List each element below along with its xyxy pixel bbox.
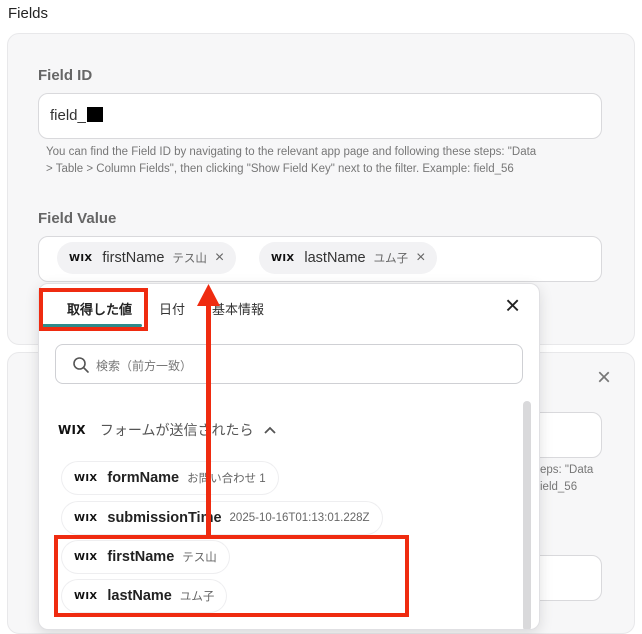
remove-token-icon[interactable]: ×	[215, 249, 224, 267]
list-item-submissiontime[interactable]: WIX submissionTime 2025-10-16T01:13:01.2…	[62, 502, 382, 534]
close-card-icon[interactable]: ×	[597, 366, 611, 390]
item-name: submissionTime	[107, 510, 222, 526]
field-id-value: field_	[50, 107, 86, 124]
item-value: お問い合わせ 1	[187, 473, 266, 485]
highlight-items-box	[54, 535, 409, 617]
field-id-input[interactable]: field_	[38, 93, 602, 139]
wix-logo-icon: WIX	[74, 472, 98, 484]
wix-logo-icon: WIX	[271, 252, 295, 264]
search-icon	[73, 357, 89, 373]
token-name: firstName	[102, 250, 165, 266]
section-title: Fields	[8, 5, 49, 22]
field-id-label: Field ID	[38, 67, 93, 84]
item-value: 2025-10-16T01:13:01.228Z	[229, 512, 370, 524]
search-input[interactable]: 検索（前方一致）	[55, 344, 523, 384]
annotation-arrow-head-icon	[197, 284, 220, 306]
remove-token-icon[interactable]: ×	[416, 249, 425, 267]
wix-logo-icon: WIX	[74, 512, 98, 524]
field-id-help: You can find the Field ID by navigating …	[46, 146, 537, 175]
token-value: テス山	[172, 253, 207, 265]
list-item-formname[interactable]: WIX formName お問い合わせ 1	[62, 462, 278, 494]
field-value-token-firstname[interactable]: WIX firstName テス山 ×	[57, 242, 237, 274]
token-value: ユム子	[373, 253, 409, 265]
redacted-block	[86, 107, 103, 122]
token-name: lastName	[304, 250, 366, 266]
annotation-arrow-line	[206, 303, 211, 536]
wix-logo-icon: WIX	[58, 423, 86, 437]
highlight-tab-box	[39, 288, 148, 331]
search-placeholder: 検索（前方一致）	[96, 359, 193, 373]
wix-logo-icon: WIX	[69, 252, 93, 264]
card2-help-a: eps: "Data	[540, 464, 594, 476]
close-dropdown-icon[interactable]: ×	[505, 290, 520, 320]
scrollbar[interactable]	[523, 401, 531, 629]
field-value-label: Field Value	[38, 210, 117, 227]
item-name: formName	[107, 470, 180, 486]
tab-date[interactable]: 日付	[159, 299, 185, 318]
chevron-up-icon[interactable]	[263, 425, 277, 435]
card2-help-b: ield_56	[540, 481, 578, 493]
group-header[interactable]: WIX フォームが送信されたら	[58, 420, 277, 440]
field-value-token-lastname[interactable]: WIX lastName ユム子 ×	[259, 242, 438, 274]
group-title: フォームが送信されたら	[99, 422, 254, 438]
